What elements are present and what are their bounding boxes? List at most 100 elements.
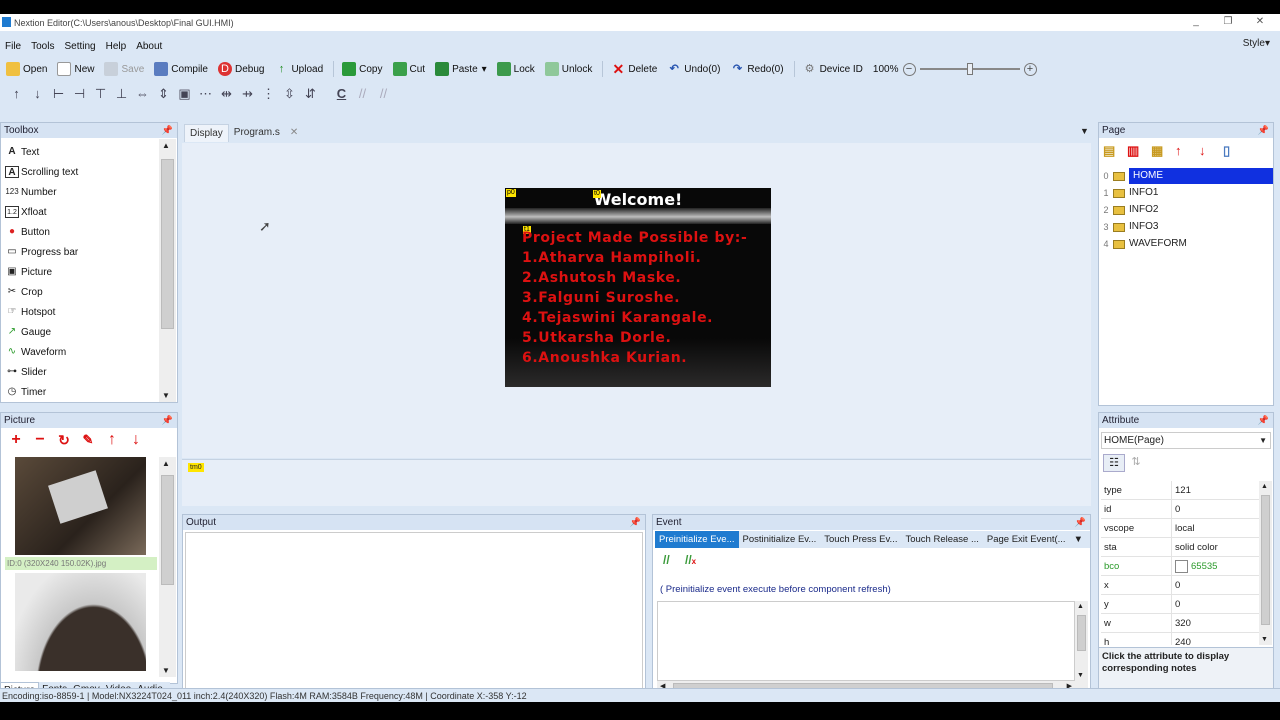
picture-thumbnail-rover[interactable] <box>15 457 146 555</box>
picture-up-icon[interactable]: ↑ <box>100 431 124 449</box>
comment-icon[interactable]: // <box>352 85 373 103</box>
align-top-icon[interactable]: ⊤ <box>90 85 111 103</box>
tab-page-exit-event[interactable]: Page Exit Event(... <box>983 531 1070 548</box>
page-down-icon[interactable]: ↓ <box>1199 143 1223 159</box>
copy-page-icon[interactable]: ▯ <box>1223 143 1247 159</box>
space-horizontal-decrease-icon[interactable]: ⇸ <box>237 85 258 103</box>
add-picture-icon[interactable]: + <box>4 431 28 449</box>
tool-slider[interactable]: ⊶ Slider <box>1 362 157 382</box>
scroll-up-icon[interactable]: ▲ <box>162 459 170 468</box>
delete-page-icon[interactable]: ▥ <box>1127 143 1151 159</box>
scroll-down-icon[interactable]: ▼ <box>162 666 170 675</box>
zoom-slider[interactable] <box>919 63 1020 75</box>
color-swatch[interactable] <box>1175 559 1188 573</box>
attribute-row-bco[interactable]: bco 65535 <box>1101 557 1259 576</box>
scroll-down-icon[interactable]: ▼ <box>162 391 170 400</box>
page-item-home[interactable]: 0 HOME <box>1099 168 1273 184</box>
menu-about[interactable]: About <box>136 41 162 52</box>
timer-component-tm0[interactable]: tm0 <box>188 463 204 472</box>
tool-crop[interactable]: ✂ Crop <box>1 282 157 302</box>
attribute-row-x[interactable]: x0 <box>1101 576 1259 595</box>
center-horizontal-icon[interactable]: ⇔ <box>132 85 153 103</box>
output-text-area[interactable] <box>185 532 643 694</box>
sort-alpha-icon[interactable]: ⇅ <box>1125 454 1147 472</box>
space-vertical-increase-icon[interactable]: ⇳ <box>279 85 300 103</box>
scroll-down-icon[interactable]: ▼ <box>1261 636 1268 643</box>
paste-button[interactable]: Paste ▾ <box>435 62 487 76</box>
tool-number[interactable]: 123 Number <box>1 182 157 202</box>
tool-button[interactable]: ● Button <box>1 222 157 242</box>
event-tabs-dropdown-icon[interactable]: ▼ <box>1070 531 1087 548</box>
new-button[interactable]: New <box>57 62 94 76</box>
tool-progress-bar[interactable]: ▭ Progress bar <box>1 242 157 262</box>
style-menu[interactable]: Style▾ <box>1243 38 1270 49</box>
menu-file[interactable]: File <box>5 41 21 52</box>
tool-xfloat[interactable]: 1.2 Xfloat <box>1 202 157 222</box>
page-item-info3[interactable]: 3 INFO3 <box>1099 219 1273 235</box>
component-chip-t0[interactable]: t0 <box>593 190 601 198</box>
device-id-button[interactable]: ⚙ Device ID <box>803 62 863 76</box>
attribute-scrollbar[interactable]: ▲ ▼ <box>1259 481 1272 645</box>
space-vertical-icon[interactable]: ⋮ <box>258 85 279 103</box>
minimize-button[interactable]: _ <box>1182 14 1210 31</box>
sort-category-icon[interactable]: ☷ <box>1103 454 1125 472</box>
attribute-row-id[interactable]: id 0 <box>1101 500 1259 519</box>
page-item-waveform[interactable]: 4 WAVEFORM <box>1099 236 1273 252</box>
pin-icon[interactable]: 📌 <box>162 123 173 138</box>
tab-display[interactable]: Display <box>184 124 229 142</box>
tab-touch-release-event[interactable]: Touch Release ... <box>901 531 982 548</box>
add-page-icon[interactable]: ▤ <box>1103 143 1127 159</box>
copy-button[interactable]: Copy <box>342 62 383 76</box>
menu-help[interactable]: Help <box>106 41 127 52</box>
picture-scroll-thumb[interactable] <box>161 475 174 585</box>
tab-program-s[interactable]: Program.s <box>229 124 285 142</box>
scroll-up-icon[interactable]: ▲ <box>1077 603 1084 610</box>
credits-text[interactable]: Project Made Possible by:- 1.Atharva Ham… <box>522 228 747 368</box>
save-button[interactable]: Save <box>104 62 144 76</box>
tool-scrolling-text[interactable]: A Scrolling text <box>1 162 157 182</box>
welcome-text[interactable]: Welcome! <box>505 190 771 209</box>
close-tab-icon[interactable]: ✕ <box>285 124 303 142</box>
lock-button[interactable]: Lock <box>496 62 535 76</box>
pin-icon[interactable]: 📌 <box>162 413 173 428</box>
tool-hotspot[interactable]: ☞ Hotspot <box>1 302 157 322</box>
insert-page-icon[interactable]: ▦ <box>1151 143 1175 159</box>
attribute-row-vscope[interactable]: vscope local <box>1101 519 1259 538</box>
tab-list-dropdown-icon[interactable]: ▼ <box>1080 126 1089 136</box>
attribute-row-sta[interactable]: sta solid color <box>1101 538 1259 557</box>
cut-button[interactable]: Cut <box>392 62 425 76</box>
menu-tools[interactable]: Tools <box>31 41 54 52</box>
attribute-object-select[interactable]: HOME(Page) ▼ <box>1101 432 1271 449</box>
paste-dropdown-icon[interactable]: ▾ <box>482 64 487 75</box>
move-up-icon[interactable]: ↑ <box>6 85 27 103</box>
upload-button[interactable]: ↑ Upload <box>274 62 323 76</box>
align-bottom-icon[interactable]: ⊥ <box>111 85 132 103</box>
toolbox-scroll-thumb[interactable] <box>161 159 174 329</box>
event-scroll-thumb[interactable] <box>1077 615 1086 651</box>
zoom-slider-thumb[interactable] <box>966 63 973 75</box>
picture-thumbnail-mars[interactable] <box>15 573 146 671</box>
same-size-icon[interactable]: ▣ <box>174 85 195 103</box>
undo-button[interactable]: ↶ Undo(0) <box>667 62 721 76</box>
remove-picture-icon[interactable]: − <box>28 431 52 449</box>
center-vertical-icon[interactable]: ⇕ <box>153 85 174 103</box>
scroll-down-icon[interactable]: ▼ <box>1077 672 1084 679</box>
tool-waveform[interactable]: ∿ Waveform <box>1 342 157 362</box>
zoom-out-icon[interactable]: − <box>902 62 916 76</box>
page-item-info2[interactable]: 2 INFO2 <box>1099 202 1273 218</box>
replace-picture-icon[interactable]: ↻ <box>52 431 76 449</box>
tab-preinitialize-event[interactable]: Preinitialize Eve... <box>655 531 739 548</box>
space-horizontal-increase-icon[interactable]: ⇹ <box>216 85 237 103</box>
scroll-up-icon[interactable]: ▲ <box>162 141 170 150</box>
pin-icon[interactable]: 📌 <box>1075 515 1086 530</box>
pin-icon[interactable]: 📌 <box>1258 413 1269 428</box>
tab-postinitialize-event[interactable]: Postinitialize Ev... <box>739 531 821 548</box>
compile-button[interactable]: Compile <box>154 62 208 76</box>
debug-button[interactable]: D Debug <box>217 62 264 76</box>
attribute-row-y[interactable]: y0 <box>1101 595 1259 614</box>
tool-picture[interactable]: ▣ Picture <box>1 262 157 282</box>
pin-icon[interactable]: 📌 <box>1258 123 1269 138</box>
tool-gauge[interactable]: ↗ Gauge <box>1 322 157 342</box>
align-right-icon[interactable]: ⊣ <box>69 85 90 103</box>
menu-setting[interactable]: Setting <box>64 41 95 52</box>
